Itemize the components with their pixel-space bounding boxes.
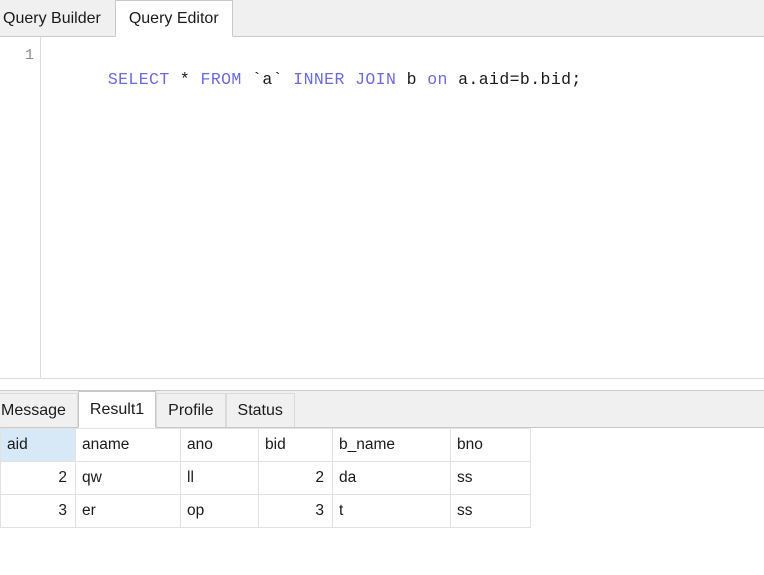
sql-token-table-b: b (396, 70, 428, 89)
line-number: 1 (24, 47, 34, 64)
cell-aname[interactable]: er (75, 494, 181, 528)
sql-token-from: FROM (200, 70, 242, 89)
cell-bid[interactable]: 3 (258, 494, 333, 528)
results-tab-bar: Message Result1 Profile Status (0, 391, 764, 428)
tab-result1-label: Result1 (89, 400, 145, 418)
sql-token-table-a: `a` (241, 70, 294, 89)
sql-token-condition: a.aid=b.bid; (447, 70, 582, 89)
query-editor-window: Query Builder Query Editor 1 SELECT * FR… (0, 0, 764, 575)
top-tab-bar: Query Builder Query Editor (0, 0, 764, 37)
sql-token-select: SELECT (107, 70, 170, 89)
tab-query-editor-label: Query Editor (128, 9, 219, 27)
sql-token-inner-join: INNER JOIN (293, 70, 397, 89)
column-header-ano[interactable]: ano (180, 428, 259, 462)
tab-message-label: Message (1, 401, 66, 419)
sql-code-line[interactable]: SELECT * FROM `a` INNER JOIN b on a.aid=… (46, 47, 760, 113)
cell-ano[interactable]: ll (180, 461, 259, 495)
tab-query-editor[interactable]: Query Editor (114, 0, 233, 37)
result-grid-header-row: aid aname ano bid b_name bno (0, 428, 531, 462)
results-tab-bar-filler (294, 391, 764, 427)
tab-message[interactable]: Message (0, 393, 78, 427)
column-header-aname[interactable]: aname (75, 428, 181, 462)
cell-b_name[interactable]: t (332, 494, 451, 528)
column-header-aid[interactable]: aid (0, 428, 76, 462)
top-tab-bar-filler (232, 0, 764, 36)
tab-query-builder-label: Query Builder (3, 9, 101, 27)
pane-splitter[interactable] (0, 378, 764, 391)
table-row[interactable]: 2 qw ll 2 da ss (0, 461, 531, 495)
cell-bid[interactable]: 2 (258, 461, 333, 495)
cell-aid[interactable]: 2 (0, 461, 76, 495)
sql-token-on: on (427, 70, 448, 89)
tab-query-builder[interactable]: Query Builder (0, 0, 115, 36)
tab-status[interactable]: Status (225, 393, 295, 427)
cell-bno[interactable]: ss (450, 461, 531, 495)
tab-status-label: Status (237, 401, 283, 419)
cell-aname[interactable]: qw (75, 461, 181, 495)
cell-aid[interactable]: 3 (0, 494, 76, 528)
column-header-bno[interactable]: bno (450, 428, 531, 462)
editor-gutter: 1 (0, 37, 41, 378)
results-pane: Message Result1 Profile Status aid aname… (0, 391, 764, 575)
column-header-bid[interactable]: bid (258, 428, 333, 462)
tab-result1[interactable]: Result1 (77, 391, 157, 428)
tab-profile[interactable]: Profile (156, 393, 226, 427)
cell-bno[interactable]: ss (450, 494, 531, 528)
tab-profile-label: Profile (168, 401, 214, 419)
table-row[interactable]: 3 er op 3 t ss (0, 494, 531, 528)
result-grid[interactable]: aid aname ano bid b_name bno 2 qw ll 2 d… (0, 428, 531, 528)
sql-editor-pane[interactable]: 1 SELECT * FROM `a` INNER JOIN b on a.ai… (0, 37, 764, 378)
cell-ano[interactable]: op (180, 494, 259, 528)
sql-token-star: * (169, 70, 201, 89)
cell-b_name[interactable]: da (332, 461, 451, 495)
column-header-b_name[interactable]: b_name (332, 428, 451, 462)
